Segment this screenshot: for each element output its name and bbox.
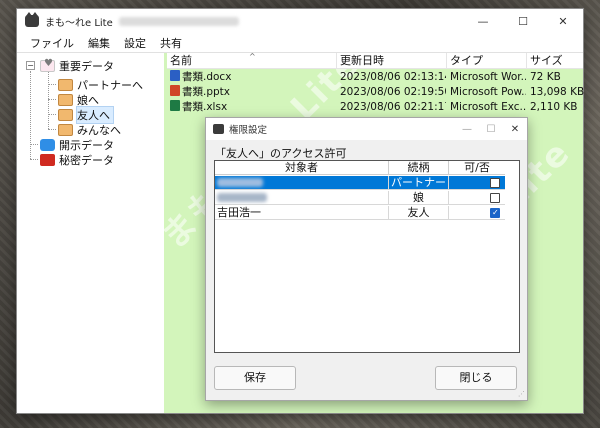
resize-grip-icon[interactable]: ⋰ [518, 390, 525, 398]
title-bar: まも〜れe Lite — ☐ ✕ [17, 9, 583, 33]
blurred-person-name [217, 193, 267, 202]
tree-item-everyone[interactable]: みんなへ [58, 122, 121, 137]
tree-item-label: パートナーへ [77, 78, 143, 92]
minimize-button[interactable]: — [463, 9, 503, 33]
file-size: 2,110 KB [530, 101, 578, 113]
menu-edit[interactable]: 編集 [81, 35, 117, 51]
relation-cell: パートナー [389, 176, 449, 190]
dialog-close-button[interactable]: ✕ [503, 124, 527, 135]
tree-collapse-toggle[interactable]: − [26, 61, 35, 70]
menu-bar: ファイル 編集 設定 共有 [17, 33, 583, 53]
blurred-person-name [217, 178, 263, 187]
allow-checkbox[interactable] [490, 193, 500, 203]
file-type: Microsoft Pow... [450, 86, 526, 98]
column-header-type[interactable]: タイプ [447, 53, 527, 69]
dialog-maximize-button[interactable]: ☐ [479, 124, 503, 135]
tree-item-disclosed[interactable]: 開示データ [40, 137, 114, 152]
file-modified: 2023/08/06 02:21:17 [340, 101, 446, 113]
tree-item-secret[interactable]: 秘密データ [40, 152, 114, 167]
tree-item-label: 重要データ [59, 59, 114, 73]
sort-ascending-icon: ^ [249, 52, 256, 61]
folder-icon [58, 123, 73, 136]
table-row[interactable]: パートナー [215, 176, 506, 190]
powerpoint-file-icon [170, 85, 180, 96]
tree-item-important[interactable]: 重要データ [40, 58, 114, 73]
column-header-relation[interactable]: 続柄 [389, 161, 449, 175]
cat-app-icon [213, 124, 224, 134]
permission-table: 対象者 続柄 可/否 パートナー 娘 吉田浩一 友人 [214, 160, 520, 353]
file-type: Microsoft Wor... [450, 71, 526, 83]
folder-icon [58, 78, 73, 91]
heart-folder-icon [40, 58, 55, 72]
person-cell: 吉田浩一 [215, 206, 389, 220]
table-row[interactable]: 娘 [215, 191, 506, 205]
column-header-name[interactable]: 名前 ^ [167, 52, 337, 69]
folder-icon [58, 93, 73, 106]
menu-file[interactable]: ファイル [23, 35, 81, 51]
close-dialog-button[interactable]: 閉じる [435, 366, 517, 390]
column-header-modified[interactable]: 更新日時 [337, 53, 447, 69]
save-button[interactable]: 保存 [214, 366, 296, 390]
trash-icon [40, 153, 55, 166]
dialog-minimize-button[interactable]: — [455, 124, 479, 135]
table-row[interactable]: 吉田浩一 友人 [215, 206, 506, 220]
tree-item-friend[interactable]: 友人へ [58, 105, 114, 124]
file-size: 13,098 KB [530, 86, 585, 98]
people-icon [40, 138, 55, 151]
file-modified: 2023/08/06 02:19:50 [340, 86, 446, 98]
tree-item-partner[interactable]: パートナーへ [58, 77, 143, 92]
file-row[interactable]: 書類.docx 2023/08/06 02:13:14 Microsoft Wo… [167, 70, 583, 85]
menu-share[interactable]: 共有 [153, 35, 189, 51]
column-header-allowed[interactable]: 可/否 [449, 161, 506, 175]
file-type: Microsoft Exc... [450, 101, 526, 113]
column-header-person[interactable]: 対象者 [215, 161, 389, 175]
allow-checkbox[interactable] [490, 178, 500, 188]
table-scrollbar[interactable] [505, 161, 519, 352]
folder-tree: − 重要データ パートナーへ 娘へ 友人へ [17, 53, 164, 413]
file-modified: 2023/08/06 02:13:14 [340, 71, 446, 83]
tree-item-label: 秘密データ [59, 153, 114, 167]
blurred-account-text [118, 16, 239, 26]
tree-item-label: 娘へ [77, 93, 99, 107]
file-row[interactable]: 書類.pptx 2023/08/06 02:19:50 Microsoft Po… [167, 85, 585, 100]
folder-icon [58, 108, 73, 121]
dialog-title: 権限設定 [229, 125, 268, 136]
dialog-title-bar: 権限設定 — ☐ ✕ [206, 118, 527, 140]
file-name: 書類.xlsx [182, 101, 228, 113]
file-size: 72 KB [530, 71, 561, 83]
relation-cell: 娘 [389, 191, 449, 205]
column-header-size[interactable]: サイズ [527, 53, 585, 69]
permission-dialog: 権限設定 — ☐ ✕ 「友人へ」のアクセス許可 対象者 続柄 可/否 パートナー… [205, 117, 528, 401]
tree-item-label: みんなへ [77, 123, 121, 137]
close-button[interactable]: ✕ [543, 9, 583, 33]
excel-file-icon [170, 100, 180, 111]
file-list-header: 名前 ^ 更新日時 タイプ サイズ [167, 52, 585, 69]
tree-item-daughter[interactable]: 娘へ [58, 92, 99, 107]
dialog-heading: 「友人へ」のアクセス許可 [215, 147, 347, 160]
file-row[interactable]: 書類.xlsx 2023/08/06 02:21:17 Microsoft Ex… [167, 100, 583, 115]
maximize-button[interactable]: ☐ [503, 9, 543, 33]
tree-item-label: 開示データ [59, 138, 114, 152]
relation-cell: 友人 [389, 206, 449, 220]
cat-app-icon [25, 12, 39, 27]
file-name: 書類.pptx [182, 86, 230, 98]
tree-item-label: 友人へ [76, 105, 114, 124]
allow-checkbox-checked[interactable] [490, 206, 500, 220]
word-file-icon [170, 70, 180, 81]
menu-settings[interactable]: 設定 [117, 35, 153, 51]
app-title: まも〜れe Lite [45, 17, 113, 29]
file-name: 書類.docx [182, 71, 232, 83]
